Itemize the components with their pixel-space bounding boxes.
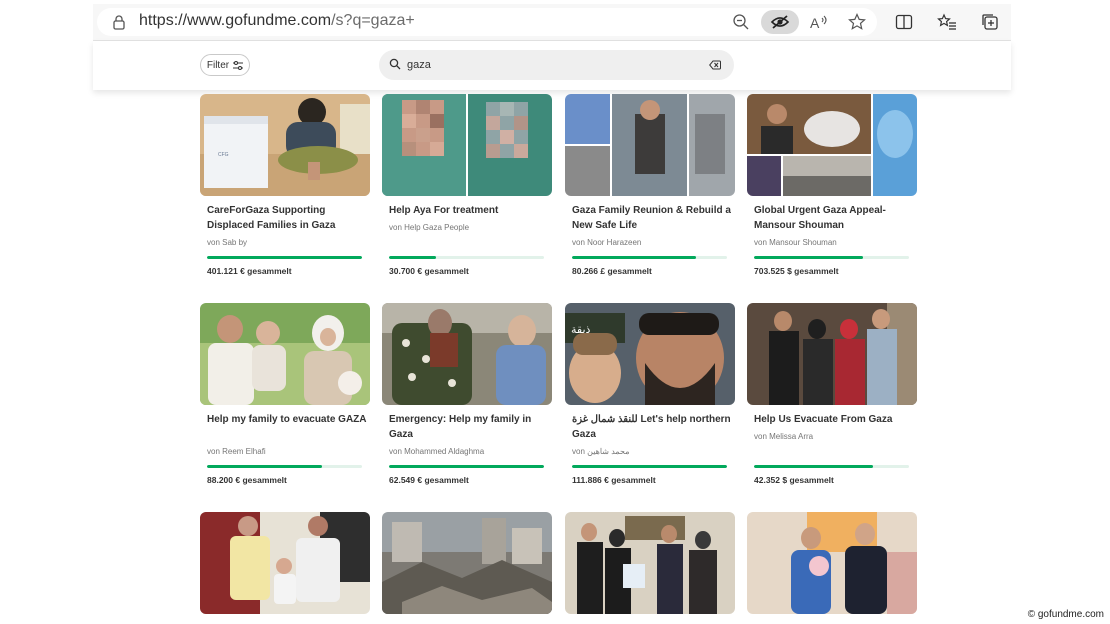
- fundraiser-card[interactable]: ذيقة للنقذ شمال غزة Let's help northern …: [565, 303, 735, 503]
- fundraiser-organizer: von Reem Elhafi: [207, 447, 266, 456]
- fundraiser-image[interactable]: [747, 303, 917, 405]
- progress-fill: [389, 465, 544, 468]
- progress-fill: [572, 256, 696, 259]
- fundraiser-image[interactable]: [200, 512, 370, 614]
- search-icon: [389, 58, 401, 70]
- progress-bar: [207, 465, 362, 468]
- fundraiser-card[interactable]: Gaza Family Reunion & Rebuild a New Safe…: [565, 94, 735, 294]
- fundraiser-title[interactable]: CareForGaza Supporting Displaced Familie…: [207, 203, 367, 233]
- amount-raised: 88.200 € gesammelt: [207, 475, 287, 485]
- fundraiser-image[interactable]: [747, 512, 917, 614]
- fundraiser-card[interactable]: [200, 512, 370, 614]
- amount-raised: 30.700 € gesammelt: [389, 266, 469, 276]
- collections-icon[interactable]: [979, 12, 1001, 32]
- amount-raised: 62.549 € gesammelt: [389, 475, 469, 485]
- fundraiser-image[interactable]: ذيقة: [565, 303, 735, 405]
- fundraiser-image[interactable]: [565, 512, 735, 614]
- fundraiser-organizer: von محمد شاهين: [572, 447, 630, 456]
- fundraiser-organizer: von Noor Harazeen: [572, 238, 642, 247]
- fundraiser-image[interactable]: [382, 94, 552, 196]
- lock-icon[interactable]: [111, 14, 127, 30]
- clear-search-icon[interactable]: [709, 59, 721, 71]
- fundraiser-image[interactable]: [382, 303, 552, 405]
- svg-text:A: A: [810, 15, 820, 31]
- fundraiser-card[interactable]: Help Us Evacuate From Gaza von Melissa A…: [747, 303, 917, 503]
- favorite-star-icon[interactable]: [847, 12, 867, 32]
- copyright-caption: © gofundme.com: [1027, 609, 1104, 620]
- address-bar[interactable]: https://www.gofundme.com/s?q=gaza+ A: [97, 8, 877, 36]
- filter-button[interactable]: Filter: [200, 54, 250, 76]
- fundraiser-image[interactable]: [200, 303, 370, 405]
- tracking-prevention-icon[interactable]: [761, 10, 799, 34]
- progress-fill: [754, 256, 863, 259]
- url-path: /s?q=gaza+: [331, 12, 415, 29]
- progress-fill: [207, 465, 322, 468]
- read-aloud-icon[interactable]: A: [809, 12, 829, 32]
- fundraiser-title[interactable]: Gaza Family Reunion & Rebuild a New Safe…: [572, 203, 732, 233]
- fundraiser-title[interactable]: للنقذ شمال غزة Let's help northern Gaza: [572, 412, 732, 442]
- progress-bar: [572, 465, 727, 468]
- search-box[interactable]: [379, 50, 734, 80]
- zoom-out-icon[interactable]: [731, 12, 751, 32]
- split-screen-icon[interactable]: [893, 12, 915, 32]
- fundraiser-image[interactable]: [382, 512, 552, 614]
- fundraiser-image[interactable]: CFG: [200, 94, 370, 196]
- fundraiser-title[interactable]: Help my family to evacuate GAZA: [207, 412, 367, 427]
- fundraiser-title[interactable]: Emergency: Help my family in Gaza: [389, 412, 549, 442]
- fundraiser-card[interactable]: [565, 512, 735, 614]
- amount-raised: 111.886 € gesammelt: [572, 475, 656, 485]
- fundraiser-organizer: von Mansour Shouman: [754, 238, 837, 247]
- fundraiser-image[interactable]: [565, 94, 735, 196]
- amount-raised: 80.266 £ gesammelt: [572, 266, 652, 276]
- fundraiser-organizer: von Sab by: [207, 238, 248, 247]
- favorites-list-icon[interactable]: [936, 12, 958, 32]
- fundraiser-organizer: von Melissa Arra: [754, 432, 814, 441]
- fundraiser-card[interactable]: [747, 512, 917, 614]
- progress-fill: [389, 256, 436, 259]
- fundraiser-card[interactable]: CFG CareForGaza Supporting Displaced Fam…: [200, 94, 370, 294]
- progress-bar: [389, 256, 544, 259]
- svg-text:CFG: CFG: [218, 152, 229, 158]
- progress-bar: [572, 256, 727, 259]
- fundraiser-title[interactable]: Global Urgent Gaza Appeal- Mansour Shoum…: [754, 203, 914, 233]
- fundraiser-card[interactable]: Help my family to evacuate GAZA von Reem…: [200, 303, 370, 503]
- progress-fill: [754, 465, 874, 468]
- fundraiser-card[interactable]: Help Aya For treatment von Help Gaza Peo…: [382, 94, 552, 294]
- amount-raised: 703.525 $ gesammelt: [754, 266, 839, 276]
- amount-raised: 401.121 € gesammelt: [207, 266, 292, 276]
- fundraiser-card[interactable]: [382, 512, 552, 614]
- filter-label: Filter: [206, 59, 230, 71]
- progress-fill: [207, 256, 362, 259]
- sliders-icon: [233, 60, 244, 70]
- url-text[interactable]: https://www.gofundme.com/s?q=gaza+: [139, 12, 415, 30]
- amount-raised: 42.352 $ gesammelt: [754, 475, 834, 485]
- fundraiser-organizer: von Mohammed Aldaghma: [389, 447, 485, 456]
- browser-toolbar: https://www.gofundme.com/s?q=gaza+ A: [93, 4, 1011, 41]
- progress-fill: [572, 465, 727, 468]
- fundraiser-organizer: von Help Gaza People: [389, 223, 470, 232]
- url-domain: https://www.gofundme.com: [139, 12, 332, 29]
- fundraiser-card[interactable]: Global Urgent Gaza Appeal- Mansour Shoum…: [747, 94, 917, 294]
- fundraiser-title[interactable]: Help Us Evacuate From Gaza: [754, 412, 914, 427]
- fundraiser-title[interactable]: Help Aya For treatment: [389, 203, 549, 218]
- progress-bar: [207, 256, 362, 259]
- fundraiser-card[interactable]: Emergency: Help my family in Gaza von Mo…: [382, 303, 552, 503]
- progress-bar: [754, 465, 909, 468]
- page-header: Filter: [93, 41, 1011, 90]
- fundraiser-image[interactable]: [747, 94, 917, 196]
- search-input[interactable]: [407, 57, 697, 73]
- progress-bar: [754, 256, 909, 259]
- progress-bar: [389, 465, 544, 468]
